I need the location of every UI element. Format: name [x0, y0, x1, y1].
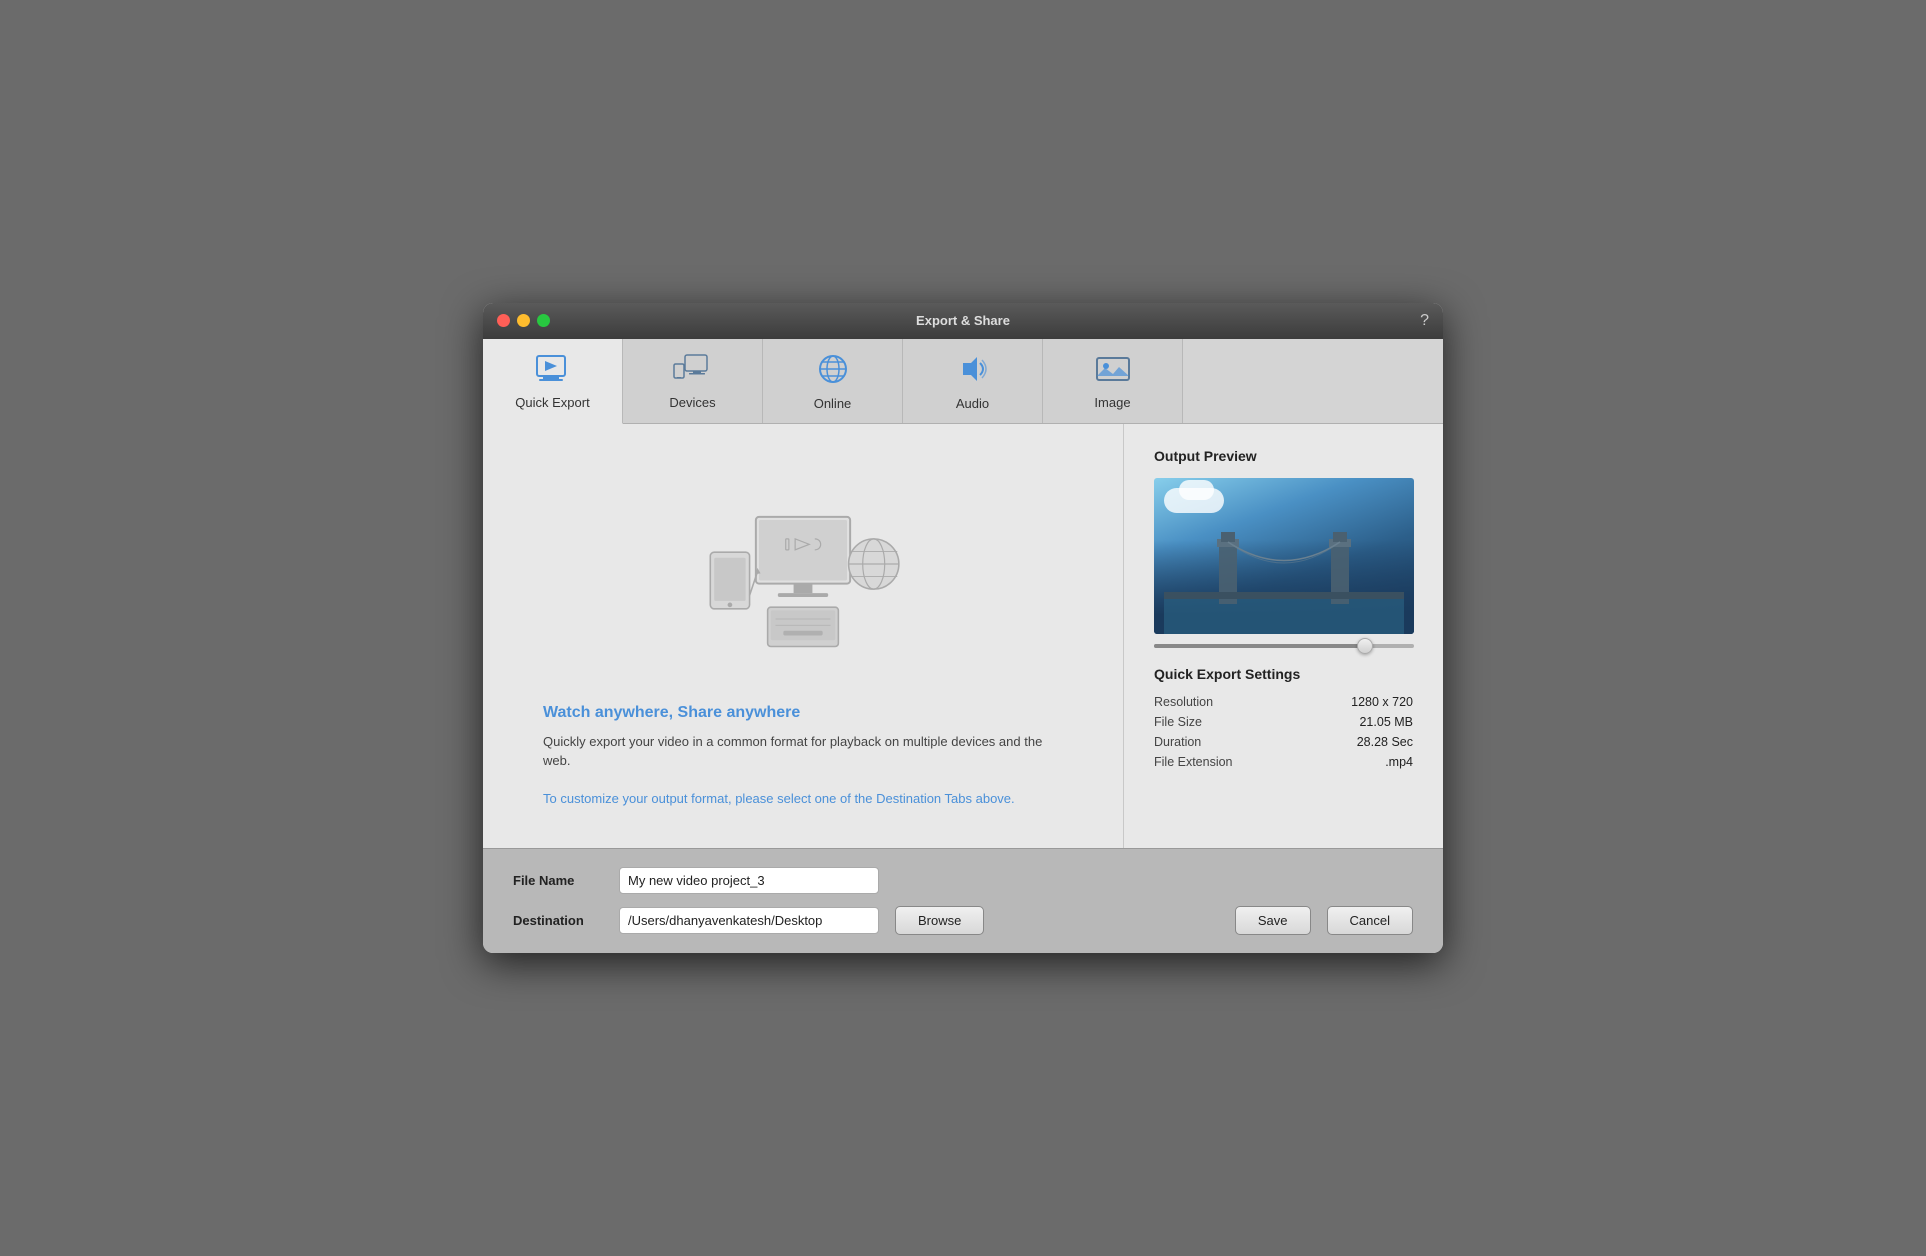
settings-row-resolution: Resolution 1280 x 720	[1154, 692, 1413, 712]
settings-table: Resolution 1280 x 720 File Size 21.05 MB…	[1154, 692, 1413, 772]
tab-quick-export-label: Quick Export	[515, 395, 589, 410]
online-icon	[817, 353, 849, 390]
settings-row-extension: File Extension .mp4	[1154, 752, 1413, 772]
destination-label: Destination	[513, 913, 603, 928]
slider-track	[1154, 644, 1414, 648]
audio-icon	[957, 353, 989, 390]
settings-title: Quick Export Settings	[1154, 666, 1413, 682]
resolution-value: 1280 x 720	[1351, 695, 1413, 709]
filename-input[interactable]	[619, 867, 879, 894]
tab-audio-label: Audio	[956, 396, 989, 411]
output-preview-title: Output Preview	[1154, 448, 1413, 464]
tab-image[interactable]: Image	[1043, 339, 1183, 423]
filename-label: File Name	[513, 873, 603, 888]
filesize-value: 21.05 MB	[1359, 715, 1413, 729]
title-bar-right: ?	[1420, 312, 1429, 330]
description-body: Quickly export your video in a common fo…	[543, 732, 1063, 771]
tab-online[interactable]: Online	[763, 339, 903, 423]
close-button[interactable]	[497, 314, 510, 327]
destination-row: Destination Browse Save Cancel	[513, 906, 1413, 935]
browse-button[interactable]: Browse	[895, 906, 984, 935]
settings-row-filesize: File Size 21.05 MB	[1154, 712, 1413, 732]
settings-row-duration: Duration 28.28 Sec	[1154, 732, 1413, 752]
tab-image-label: Image	[1094, 395, 1130, 410]
resolution-label: Resolution	[1154, 695, 1213, 709]
preview-slider-container[interactable]	[1154, 644, 1413, 648]
bridge-svg	[1164, 524, 1404, 634]
right-panel: Output Preview	[1123, 424, 1443, 849]
left-panel: Watch anywhere, Share anywhere Quickly e…	[483, 424, 1123, 849]
help-button[interactable]: ?	[1420, 312, 1429, 330]
description-headline: Watch anywhere, Share anywhere	[543, 704, 1063, 722]
minimize-button[interactable]	[517, 314, 530, 327]
tabs-row: Quick Export Devices	[483, 339, 1443, 424]
main-content: Watch anywhere, Share anywhere Quickly e…	[483, 424, 1443, 849]
window-controls	[497, 314, 550, 327]
output-preview-image	[1154, 478, 1414, 634]
image-icon	[1095, 354, 1131, 389]
duration-label: Duration	[1154, 735, 1201, 749]
save-button[interactable]: Save	[1235, 906, 1311, 935]
description-area: Watch anywhere, Share anywhere Quickly e…	[523, 694, 1083, 819]
destination-input[interactable]	[619, 907, 879, 934]
title-bar: Export & Share ?	[483, 303, 1443, 339]
slider-fill	[1154, 644, 1362, 648]
extension-value: .mp4	[1385, 755, 1413, 769]
extension-label: File Extension	[1154, 755, 1233, 769]
dialog-title: Export & Share	[916, 313, 1010, 328]
bottom-bar: File Name Destination Browse Save Cancel	[483, 848, 1443, 953]
duration-value: 28.28 Sec	[1357, 735, 1413, 749]
filename-row: File Name	[513, 867, 1413, 894]
filesize-label: File Size	[1154, 715, 1202, 729]
preview-clouds	[1164, 488, 1224, 513]
export-share-dialog: Export & Share ? Quick Export	[483, 303, 1443, 954]
tab-devices[interactable]: Devices	[623, 339, 763, 423]
description-secondary: To customize your output format, please …	[543, 789, 1063, 809]
cancel-button[interactable]: Cancel	[1327, 906, 1413, 935]
devices-icon	[673, 354, 713, 389]
tab-devices-label: Devices	[669, 395, 715, 410]
tab-audio[interactable]: Audio	[903, 339, 1043, 423]
slider-thumb[interactable]	[1357, 638, 1373, 654]
illustration-area	[523, 454, 1083, 674]
quick-export-illustration	[693, 474, 913, 654]
maximize-button[interactable]	[537, 314, 550, 327]
tab-quick-export[interactable]: Quick Export	[483, 339, 623, 424]
tab-online-label: Online	[814, 396, 852, 411]
quick-export-icon	[535, 354, 571, 389]
